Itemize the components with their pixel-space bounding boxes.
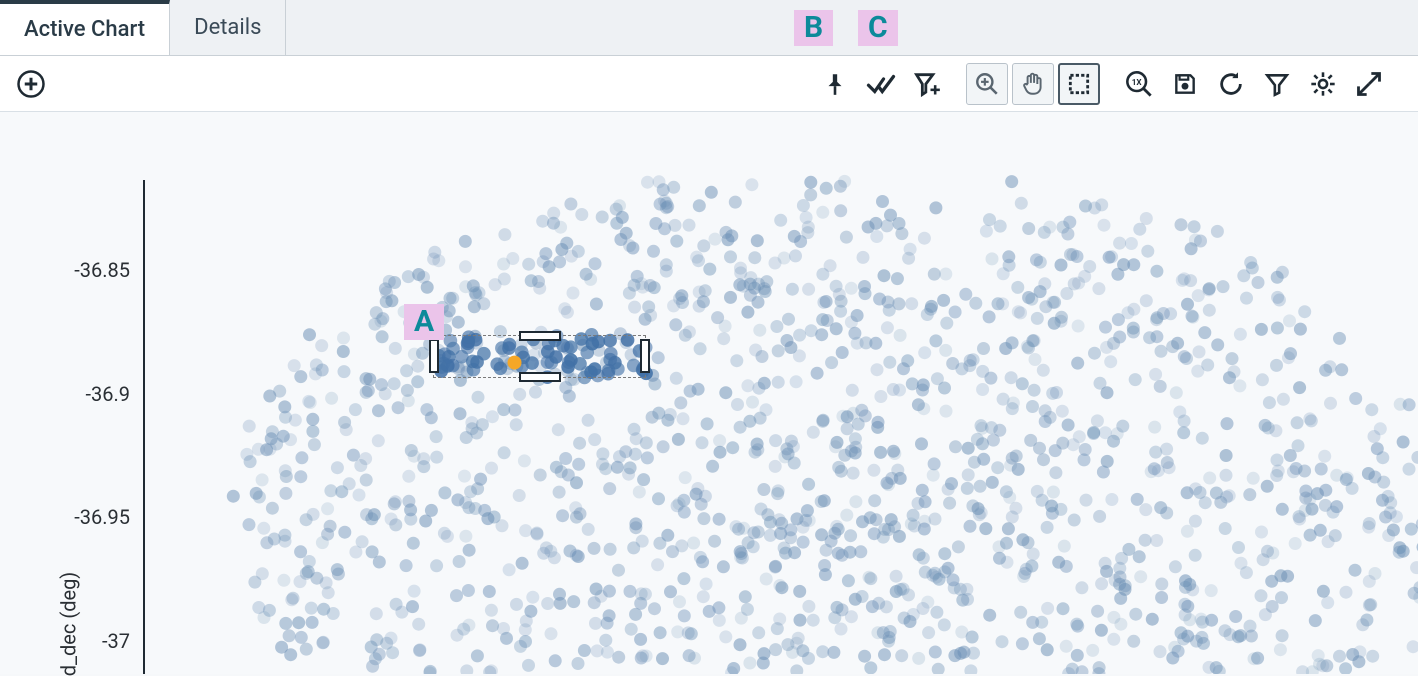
selection-handle-left[interactable]: [429, 339, 439, 373]
gear-icon: [1309, 70, 1337, 98]
selection-handle-bottom[interactable]: [519, 372, 561, 382]
tab-bar: Active Chart Details B C: [0, 0, 1418, 56]
hand-icon: [1020, 71, 1046, 97]
scatter-chart[interactable]: -36.85 -36.9 -36.95 -37 d_dec (deg) A: [0, 112, 1418, 674]
funnel-icon: [1264, 71, 1290, 97]
box-select-icon: [1066, 71, 1092, 97]
add-chart-button[interactable]: [10, 63, 52, 105]
pin-icon: [822, 71, 848, 97]
zoom-in-button[interactable]: [966, 63, 1008, 105]
save-button[interactable]: [1164, 63, 1206, 105]
annotation-c: C: [858, 10, 898, 46]
chart-toolbar: 1X: [0, 56, 1418, 112]
y-tick: -36.95: [30, 505, 130, 529]
tab-details[interactable]: Details: [170, 0, 286, 55]
annotation-b: B: [794, 10, 833, 46]
tab-label: Active Chart: [24, 17, 145, 42]
tab-label: Details: [194, 15, 261, 40]
save-icon: [1172, 71, 1198, 97]
tab-active-chart[interactable]: Active Chart: [0, 0, 170, 55]
box-select-button[interactable]: [1058, 63, 1100, 105]
zoom-1x-icon: 1X: [1125, 70, 1153, 98]
reload-icon: [1217, 70, 1245, 98]
y-tick: -36.85: [30, 258, 130, 282]
expand-button[interactable]: [1348, 63, 1390, 105]
funnel-plus-icon: [913, 70, 941, 98]
annotation-a: A: [404, 304, 444, 340]
add-filter-button[interactable]: [906, 63, 948, 105]
y-tick: -36.9: [30, 382, 130, 406]
pan-button[interactable]: [1012, 63, 1054, 105]
selection-handle-right[interactable]: [640, 339, 650, 373]
filter-button[interactable]: [1256, 63, 1298, 105]
zoom-reset-button[interactable]: 1X: [1118, 63, 1160, 105]
svg-text:1X: 1X: [1132, 77, 1143, 87]
expand-icon: [1355, 70, 1383, 98]
zoom-in-icon: [974, 71, 1000, 97]
pin-button[interactable]: [814, 63, 856, 105]
selection-handle-top[interactable]: [519, 331, 561, 341]
double-check-icon: [866, 69, 896, 99]
plot-svg: [0, 112, 1418, 674]
plus-circle-icon: [16, 69, 46, 99]
reload-button[interactable]: [1210, 63, 1252, 105]
selection-box[interactable]: [433, 335, 647, 378]
y-axis-label: d_dec (deg): [56, 572, 80, 676]
settings-button[interactable]: [1302, 63, 1344, 105]
select-all-button[interactable]: [860, 63, 902, 105]
